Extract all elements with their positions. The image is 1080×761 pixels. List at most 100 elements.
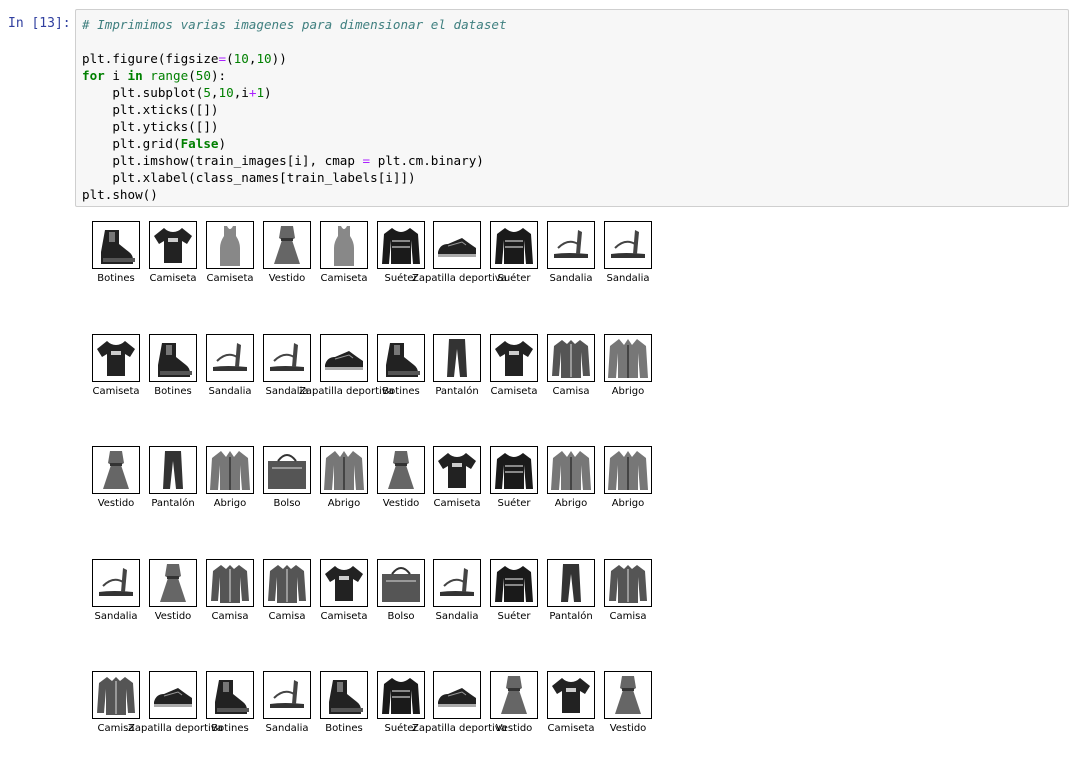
image-tile [490, 334, 538, 382]
tshirt-icon [93, 335, 139, 381]
notebook-code-cell[interactable]: In [13]: # Imprimimos varias imagenes pa… [0, 0, 1080, 761]
image-tile [92, 559, 140, 607]
image-tile [433, 221, 481, 269]
image-label: Sandalia [606, 273, 650, 284]
code-line: plt.xlabel(class_names[train_labels[i]]) [82, 169, 507, 186]
code-line: plt.show() [82, 186, 507, 203]
shirt-icon [548, 335, 594, 381]
image-tile [320, 671, 368, 719]
code-token: 10 [256, 51, 272, 66]
code-token: i [104, 68, 128, 83]
tshirt-icon [150, 222, 196, 268]
sweater-icon [491, 560, 537, 606]
image-tile [604, 446, 652, 494]
trouser-icon [434, 335, 480, 381]
code-token: ( [188, 68, 196, 83]
image-tile [149, 671, 197, 719]
image-tile [149, 334, 197, 382]
image-tile [377, 559, 425, 607]
ankle-boot-icon [150, 335, 196, 381]
code-token: ): [210, 68, 227, 83]
code-token: 5 [203, 85, 211, 100]
tshirt-icon [321, 560, 367, 606]
code-line: plt.imshow(train_images[i], cmap = plt.c… [82, 152, 507, 169]
image-tile [206, 221, 254, 269]
image-tile [547, 446, 595, 494]
tshirt-icon [434, 447, 480, 493]
coat-icon [207, 447, 253, 493]
tshirt-icon [548, 672, 594, 718]
code-line: plt.figure(figsize=(10,10)) [82, 50, 507, 67]
tshirt-icon [491, 335, 537, 381]
sneaker-icon [434, 672, 480, 718]
image-tile [92, 671, 140, 719]
sandal-icon [548, 222, 594, 268]
image-tile [149, 446, 197, 494]
shirt-icon [264, 560, 310, 606]
code-token: ) [264, 85, 272, 100]
sweater-icon [491, 222, 537, 268]
code-token: plt.subplot( [82, 85, 204, 100]
code-token: , [210, 85, 219, 100]
image-tile [490, 446, 538, 494]
code-token: )) [271, 51, 287, 66]
image-tile [206, 559, 254, 607]
image-tile [149, 559, 197, 607]
ankle-boot-icon [378, 335, 424, 381]
coat-icon [605, 335, 651, 381]
image-tile [206, 671, 254, 719]
tank-top-icon [321, 222, 367, 268]
image-tile [149, 221, 197, 269]
sandal-icon [93, 560, 139, 606]
code-line: plt.subplot(5,10,i+1) [82, 84, 507, 101]
sandal-icon [434, 560, 480, 606]
image-tile [377, 334, 425, 382]
image-tile [206, 446, 254, 494]
image-tile [320, 559, 368, 607]
dress-icon [150, 560, 196, 606]
image-tile [377, 221, 425, 269]
code-line: plt.xticks([]) [82, 101, 507, 118]
sneaker-icon [321, 335, 367, 381]
image-tile [320, 334, 368, 382]
ankle-boot-icon [207, 672, 253, 718]
code-token: plt.show() [82, 187, 158, 202]
code-token: False [180, 136, 219, 151]
image-tile [547, 334, 595, 382]
shirt-icon [93, 672, 139, 718]
code-token: ,i [233, 85, 249, 100]
image-tile [320, 446, 368, 494]
code-token: = [218, 51, 227, 66]
code-line: for i in range(50): [82, 67, 507, 84]
dress-icon [491, 672, 537, 718]
image-tile [604, 334, 652, 382]
code-line: # Imprimimos varias imagenes para dimens… [82, 16, 507, 33]
ankle-boot-icon [321, 672, 367, 718]
image-tile [490, 559, 538, 607]
image-tile [490, 671, 538, 719]
shirt-icon [207, 560, 253, 606]
output-area: Botines Camiseta Camiseta Vestido Camiseta Su… [0, 210, 1080, 761]
coat-icon [321, 447, 367, 493]
code-token: in [127, 68, 143, 83]
image-tile [263, 446, 311, 494]
image-tile [263, 671, 311, 719]
code-input-area[interactable]: # Imprimimos varias imagenes para dimens… [75, 9, 1069, 207]
code-token: for [82, 68, 105, 83]
dress-icon [605, 672, 651, 718]
sandal-icon [207, 335, 253, 381]
image-label: Camisa [609, 611, 647, 622]
image-tile [433, 671, 481, 719]
image-tile [604, 221, 652, 269]
bag-icon [378, 560, 424, 606]
image-tile [92, 334, 140, 382]
image-tile [377, 671, 425, 719]
sweater-icon [491, 447, 537, 493]
code-editor[interactable]: # Imprimimos varias imagenes para dimens… [82, 16, 507, 203]
trouser-icon [548, 560, 594, 606]
code-token: ) [218, 136, 227, 151]
code-token: plt.figure(figsize [82, 51, 219, 66]
code-token: 50 [195, 68, 211, 83]
bag-icon [264, 447, 310, 493]
image-tile [206, 334, 254, 382]
